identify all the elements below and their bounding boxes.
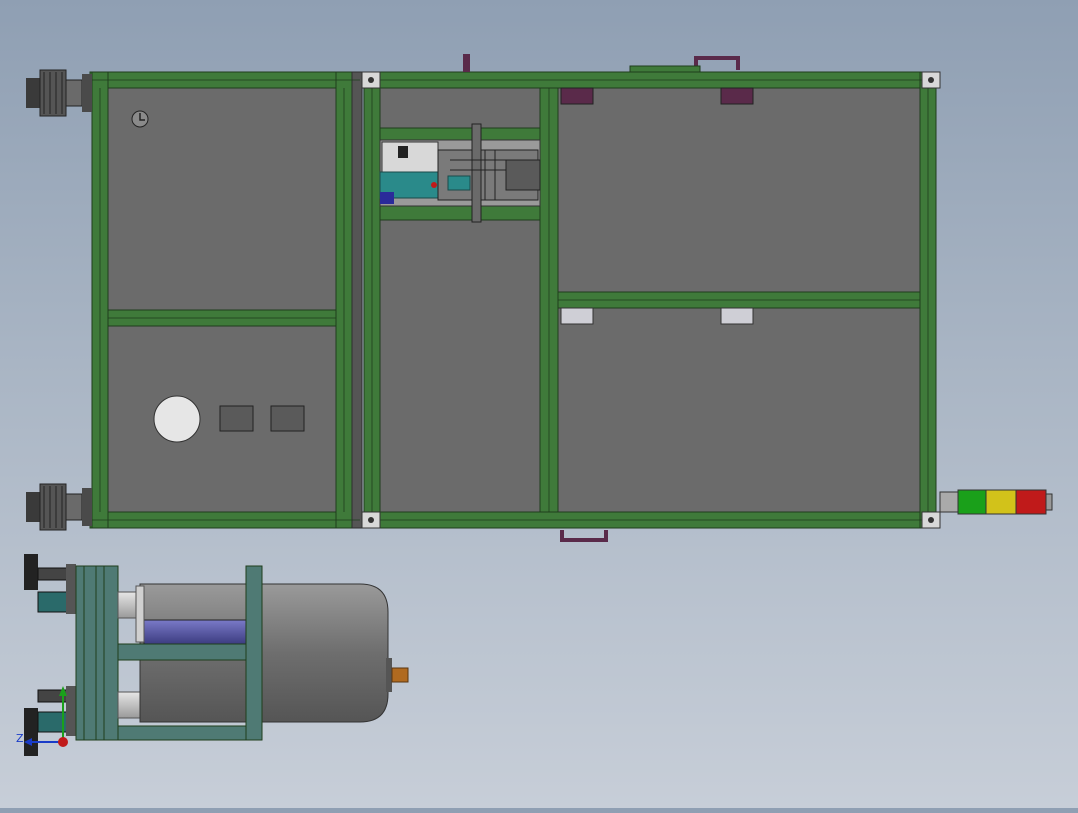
roller <box>143 619 247 645</box>
latch-4 <box>720 307 754 325</box>
cad-viewport[interactable]: Z <box>0 0 1078 808</box>
emergency-stop-cutout <box>153 395 201 443</box>
latch-2 <box>720 87 754 105</box>
motor-side-view <box>24 554 409 756</box>
motor-end-cap <box>386 658 392 692</box>
latch-1 <box>560 87 594 105</box>
switch-cutout-2 <box>270 405 305 432</box>
motor-output-shaft <box>391 667 409 683</box>
bracket-plate <box>135 585 145 643</box>
axis-z-label: Z <box>16 732 24 745</box>
right-upper-panel <box>557 87 921 293</box>
right-lower-panel <box>557 307 921 513</box>
axis-x-icon <box>58 737 68 747</box>
top-bracket <box>629 65 701 73</box>
caster-bottom <box>26 483 92 531</box>
top-post <box>463 54 470 72</box>
caster-top <box>26 69 92 117</box>
shaft-bottom <box>117 691 143 719</box>
cad-drawing <box>24 54 1053 756</box>
switch-cutout-1 <box>219 405 254 432</box>
mount-foot-top <box>24 554 76 614</box>
cabinet-lock-icon <box>131 110 149 128</box>
signal-tower <box>939 489 1053 515</box>
machine-top-view <box>26 54 1053 542</box>
base-plate <box>75 565 119 741</box>
latch-3 <box>560 307 594 325</box>
